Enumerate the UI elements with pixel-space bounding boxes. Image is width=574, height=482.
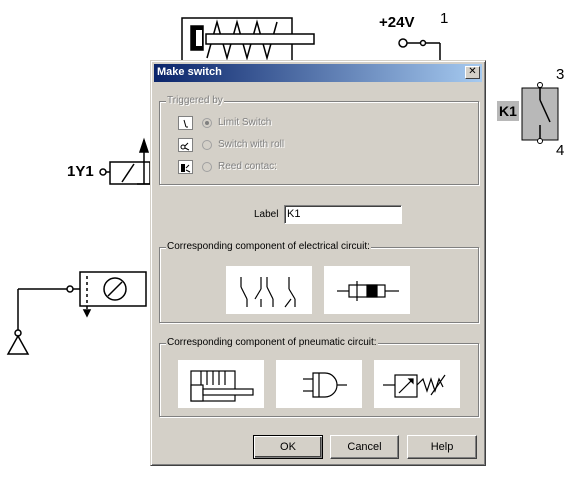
option-limit-switch[interactable]: Limit Switch [178, 116, 308, 132]
supply-terminal[interactable] [398, 38, 441, 62]
solenoid-1y1-label: 1Y1 [67, 163, 94, 180]
option-switch-with-roll-label: Switch with roll [218, 139, 285, 150]
triggered-by-legend: Triggered by [166, 95, 224, 106]
make-switch-dialog: Make switch ✕ Triggered by Limit Switch … [150, 60, 486, 466]
radio-limit-switch[interactable] [202, 118, 212, 128]
close-button[interactable]: ✕ [465, 66, 480, 79]
and-valve-tile[interactable] [276, 360, 362, 408]
solenoid-valve-tile[interactable] [374, 360, 460, 408]
limit-switch-symbol-icon [178, 116, 193, 130]
relay-k1-label: K1 [497, 101, 519, 121]
electrical-legend: Corresponding component of electrical ci… [166, 241, 371, 252]
node-4-label: 4 [556, 142, 565, 159]
dialog-titlebar[interactable]: Make switch ✕ [154, 64, 482, 82]
option-limit-switch-label: Limit Switch [218, 117, 272, 128]
node-3-label: 3 [556, 66, 565, 83]
dialog-title: Make switch [157, 66, 222, 78]
close-icon: ✕ [468, 66, 477, 77]
electrical-component-group: Corresponding component of electrical ci… [159, 241, 479, 323]
radio-switch-with-roll[interactable] [202, 140, 212, 150]
solenoid-valve-symbol-icon [383, 374, 446, 398]
label-field-caption: Label [254, 209, 279, 220]
supply-voltage-label: +24V [379, 14, 415, 31]
cancel-button[interactable]: Cancel [330, 435, 399, 459]
reed-contact-symbol-icon [178, 160, 193, 174]
relay-coil-symbol-icon [337, 281, 399, 301]
pneumatic-component-group: Corresponding component of pneumatic cir… [159, 337, 479, 417]
switch-contacts-tile[interactable] [226, 266, 312, 314]
relay-coil-tile[interactable] [324, 266, 410, 314]
valve-1y1-symbol[interactable] [99, 137, 151, 185]
node-1-label: 1 [440, 10, 449, 27]
ok-button[interactable]: OK [253, 435, 323, 459]
pneumatic-legend: Corresponding component of pneumatic cir… [166, 337, 378, 348]
cylinder-tile[interactable] [178, 360, 264, 408]
relay-k1-symbol[interactable] [521, 82, 559, 144]
option-reed-contact[interactable]: Reed contac: [178, 160, 308, 176]
option-switch-with-roll[interactable]: Switch with roll [178, 138, 308, 154]
radio-reed-contact[interactable] [202, 162, 212, 172]
triggered-by-group: Triggered by Limit Switch Switch with ro… [159, 95, 479, 185]
cylinder-symbol[interactable] [181, 17, 315, 63]
regulator-symbol[interactable] [6, 271, 147, 355]
help-button[interactable]: Help [407, 435, 477, 459]
roller-switch-symbol-icon [178, 138, 193, 152]
switch-contacts-symbol-icon [240, 277, 296, 308]
option-reed-contact-label: Reed contac: [218, 161, 277, 172]
cylinder-symbol-icon [190, 370, 254, 402]
and-valve-symbol-icon [303, 372, 347, 398]
label-input[interactable]: K1 [284, 205, 402, 224]
